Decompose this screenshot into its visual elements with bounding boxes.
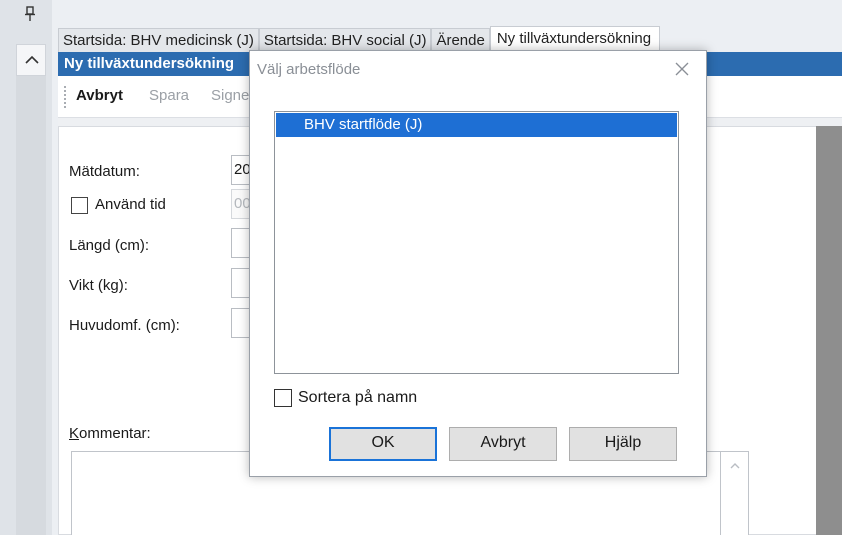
sort-by-name-checkbox[interactable] <box>274 389 292 407</box>
left-panel <box>0 0 52 535</box>
measure-date-label: Mätdatum: <box>69 163 140 180</box>
workflow-list[interactable]: BHV startflöde (J) <box>274 111 679 374</box>
use-time-label: Använd tid <box>95 196 166 213</box>
dialog-title: Välj arbetsflöde <box>257 61 361 78</box>
comment-label: Kommentar: <box>69 425 151 442</box>
left-rail <box>16 76 46 535</box>
dialog-cancel-button[interactable]: Avbryt <box>449 427 557 461</box>
head-circumference-label: Huvudomf. (cm): <box>69 317 180 334</box>
select-workflow-dialog: Välj arbetsflöde BHV startflöde (J) Sort… <box>249 50 707 477</box>
tab-bar: Startsida: BHV medicinsk (J) Startsida: … <box>58 26 661 52</box>
help-button[interactable]: Hjälp <box>569 427 677 461</box>
ok-button[interactable]: OK <box>329 427 437 461</box>
comment-scrollbar[interactable] <box>721 451 749 535</box>
tab-startsida-social[interactable]: Startsida: BHV social (J) <box>258 28 432 52</box>
workflow-list-item[interactable]: BHV startflöde (J) <box>276 113 677 137</box>
use-time-checkbox[interactable] <box>71 197 88 214</box>
tab-arende[interactable]: Ärende <box>431 28 490 52</box>
chevron-up-icon <box>25 55 39 64</box>
chevron-up-icon[interactable] <box>730 462 740 469</box>
tab-startsida-medicinsk[interactable]: Startsida: BHV medicinsk (J) <box>58 28 259 52</box>
save-button[interactable]: Spara <box>149 87 189 104</box>
length-label: Längd (cm): <box>69 237 150 254</box>
comment-label-accesskey: K <box>69 425 80 442</box>
tab-ny-tillvaxtundersokning[interactable]: Ny tillväxtundersökning <box>489 26 661 52</box>
collapse-button[interactable] <box>16 44 46 76</box>
weight-label: Vikt (kg): <box>69 277 128 294</box>
pin-icon[interactable] <box>24 6 36 22</box>
comment-label-rest: ommentar: <box>79 425 151 442</box>
right-gutter <box>816 126 842 535</box>
cancel-button[interactable]: Avbryt <box>76 87 123 104</box>
sort-by-name-label[interactable]: Sortera på namn <box>298 389 417 407</box>
close-icon[interactable] <box>672 59 692 79</box>
toolbar-grip[interactable] <box>64 86 66 108</box>
app-window: Startsida: BHV medicinsk (J) Startsida: … <box>0 0 842 535</box>
